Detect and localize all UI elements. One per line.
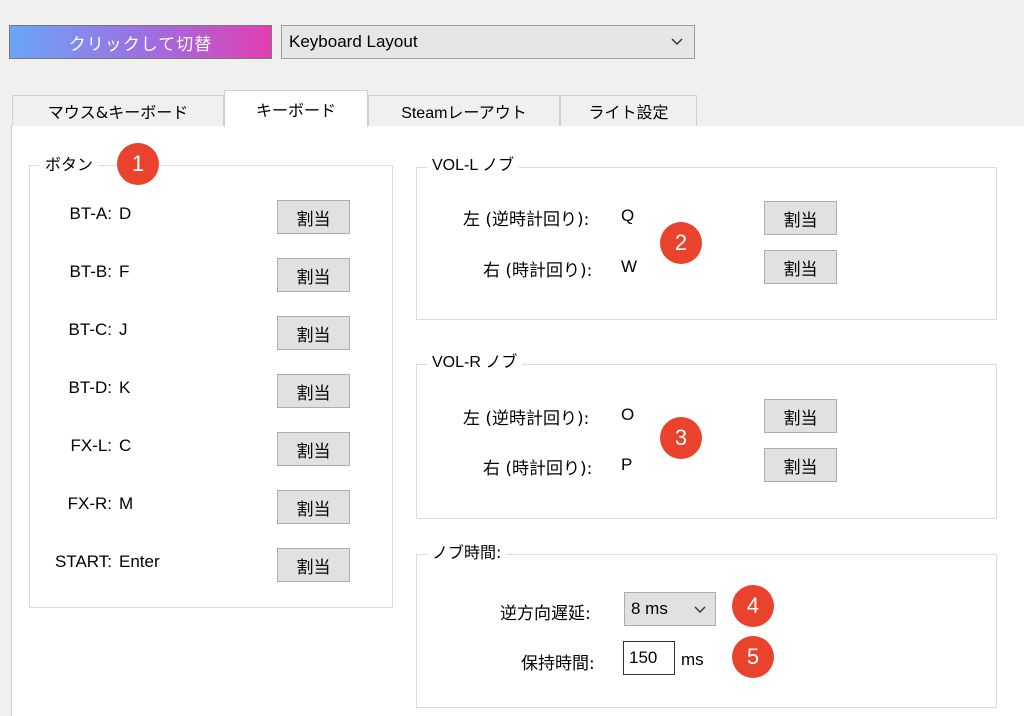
assign-button[interactable]: 割当 xyxy=(277,258,350,292)
vol-l-group-title: VOL-L ノブ xyxy=(427,157,520,175)
button-row-key: F xyxy=(119,262,130,281)
vol-l-group xyxy=(416,167,997,320)
buttons-group-title: ボタン xyxy=(40,156,99,174)
tab-label: キーボード xyxy=(255,101,336,120)
assign-button[interactable]: 割当 xyxy=(277,548,350,582)
vol-l-left-key: Q xyxy=(621,206,635,225)
toggle-mode-button[interactable]: クリックして切替 xyxy=(9,25,272,59)
callout-badge-4: 4 xyxy=(732,585,774,627)
tab-label: マウス&キーボード xyxy=(47,103,189,122)
button-row-name: BT-A: xyxy=(69,204,112,223)
vol-l-right-key: W xyxy=(621,257,638,276)
assign-button[interactable]: 割当 xyxy=(277,374,350,408)
button-row-key: J xyxy=(119,320,128,339)
button-row-key: Enter xyxy=(119,552,160,571)
layout-select[interactable]: Keyboard Layout xyxy=(281,25,695,59)
tab-light-settings[interactable]: ライト設定 xyxy=(560,95,697,126)
assign-button[interactable]: 割当 xyxy=(277,316,350,350)
button-row-name: FX-R: xyxy=(67,494,112,513)
knob-time-group-title: ノブ時間: xyxy=(427,544,507,562)
button-row-key: K xyxy=(119,378,131,397)
callout-badge-2: 2 xyxy=(660,222,702,264)
vol-r-group-title: VOL-R ノブ xyxy=(427,354,523,372)
vol-r-left-label: 左 (逆時計回り): xyxy=(463,409,590,429)
callout-badge-1: 1 xyxy=(117,143,159,185)
hold-time-label: 保持時間: xyxy=(521,654,595,674)
vol-l-left-label: 左 (逆時計回り): xyxy=(463,210,590,230)
reverse-delay-label: 逆方向遅延: xyxy=(500,604,591,624)
chevron-down-icon xyxy=(693,602,707,616)
assign-button[interactable]: 割当 xyxy=(277,490,350,524)
vol-r-left-assign-button[interactable]: 割当 xyxy=(764,399,837,433)
callout-badge-5: 5 xyxy=(732,636,774,678)
button-row-name: BT-B: xyxy=(69,262,112,281)
vol-r-left-key: O xyxy=(621,405,635,424)
tab-label: ライト設定 xyxy=(588,103,669,122)
vol-r-right-key: P xyxy=(621,455,633,474)
callout-badge-3: 3 xyxy=(660,417,702,459)
layout-select-value: Keyboard Layout xyxy=(289,32,418,51)
tab-mouse-keyboard[interactable]: マウス&キーボード xyxy=(12,95,224,126)
button-row-name: BT-C: xyxy=(68,320,112,339)
button-row-name: START: xyxy=(55,552,112,571)
button-row-key: D xyxy=(119,204,132,223)
vol-l-right-label: 右 (時計回り): xyxy=(483,261,593,281)
vol-r-right-assign-button[interactable]: 割当 xyxy=(764,448,837,482)
assign-button[interactable]: 割当 xyxy=(277,200,350,234)
vol-r-right-label: 右 (時計回り): xyxy=(483,459,593,479)
vol-l-left-assign-button[interactable]: 割当 xyxy=(764,201,837,235)
hold-time-input[interactable]: 150 xyxy=(623,641,675,675)
vol-l-right-assign-button[interactable]: 割当 xyxy=(764,250,837,284)
reverse-delay-value: 8 ms xyxy=(631,599,668,618)
tab-steam-layout[interactable]: Steamレーアウト xyxy=(368,95,560,126)
button-row-name: FX-L: xyxy=(70,436,112,455)
vol-r-group xyxy=(416,364,997,519)
chevron-down-icon xyxy=(670,34,684,48)
tab-label: Steamレーアウト xyxy=(401,105,527,122)
assign-button[interactable]: 割当 xyxy=(277,432,350,466)
button-row-name: BT-D: xyxy=(68,378,112,397)
button-row-key: M xyxy=(119,494,134,513)
button-row-key: C xyxy=(119,436,132,455)
tab-keyboard[interactable]: キーボード xyxy=(224,90,368,127)
hold-time-unit: ms xyxy=(681,650,704,669)
reverse-delay-select[interactable]: 8 ms xyxy=(624,592,716,626)
knob-time-group xyxy=(416,554,997,708)
